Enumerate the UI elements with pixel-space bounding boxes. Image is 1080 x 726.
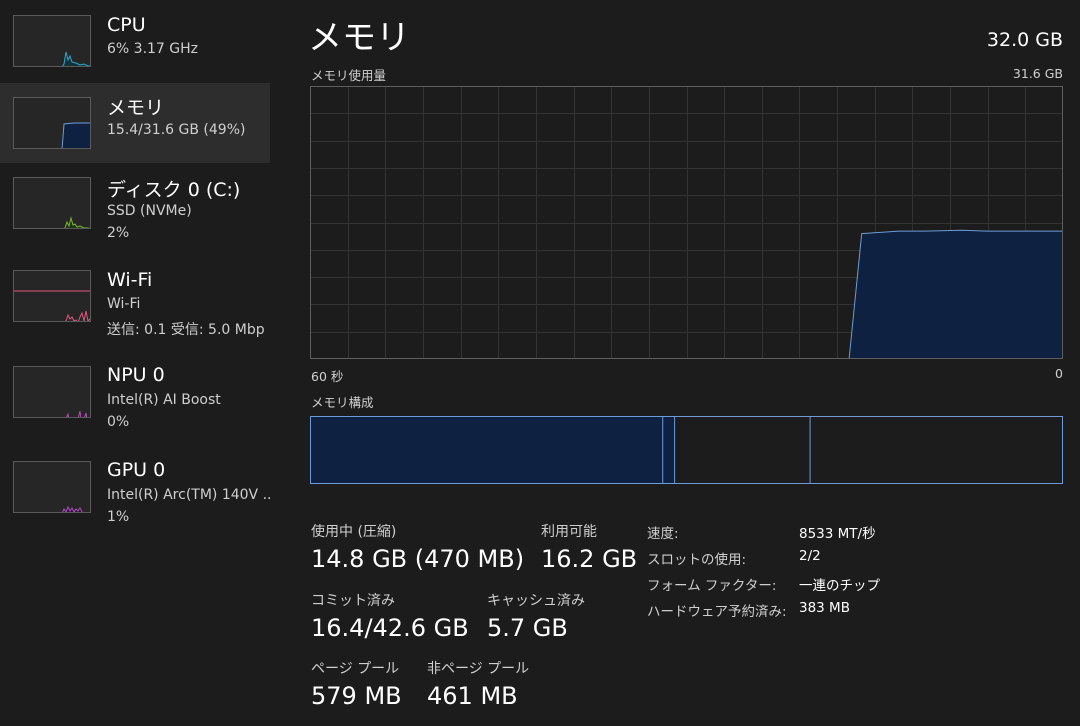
nonpaged-pool-value: 461 MB — [427, 682, 518, 710]
cached-value: 5.7 GB — [487, 614, 568, 642]
form-factor-label: フォーム ファクター: — [647, 578, 777, 594]
memory-thumbnail-graph — [13, 97, 91, 149]
sidebar-item-detail: 2% — [107, 225, 130, 241]
npu-thumbnail-graph — [13, 366, 91, 418]
memory-usage-area — [849, 230, 1062, 358]
sidebar-item-subtitle: 6% 3.17 GHz — [107, 41, 199, 57]
available-label: 利用可能 — [541, 524, 597, 540]
paged-pool-label: ページ プール — [311, 661, 400, 677]
speed-label: 速度: — [647, 526, 679, 542]
slots-label: スロットの使用: — [647, 552, 747, 568]
sidebar-item-subtitle: Intel(R) AI Boost — [107, 392, 221, 408]
form-factor-value: 一連のチップ — [799, 578, 880, 594]
total-memory: 32.0 GB — [986, 29, 1063, 51]
sidebar-item-title: メモリ — [107, 97, 165, 119]
usage-graph-max-label: 31.6 GB — [1012, 66, 1063, 81]
sidebar-item-detail: 1% — [107, 509, 130, 525]
slots-value: 2/2 — [799, 548, 821, 564]
usage-graph-x-right-label: 0 — [1055, 366, 1063, 381]
in-use-value: 14.8 GB (470 MB) — [311, 545, 525, 573]
sidebar-item-npu[interactable]: NPU 0 Intel(R) AI Boost 0% — [0, 357, 270, 437]
sidebar-item-disk[interactable]: ディスク 0 (C:) SSD (NVMe) 2% — [0, 166, 270, 246]
memory-usage-chart — [310, 86, 1063, 359]
sidebar-item-title: CPU — [107, 14, 146, 36]
sidebar-item-subtitle: Wi-Fi — [107, 296, 141, 312]
sidebar-item-title: Wi-Fi — [107, 269, 153, 291]
sidebar-item-subtitle: SSD (NVMe) — [107, 203, 192, 219]
sidebar-item-cpu[interactable]: CPU 6% 3.17 GHz — [0, 0, 270, 80]
page-title: メモリ — [308, 18, 410, 58]
speed-value: 8533 MT/秒 — [799, 526, 876, 542]
gpu-thumbnail-graph — [13, 461, 91, 513]
sidebar-item-title: GPU 0 — [107, 459, 166, 481]
disk-thumbnail-graph — [13, 177, 91, 229]
modified-segment — [662, 417, 675, 483]
committed-value: 16.4/42.6 GB — [311, 614, 469, 642]
usage-graph-label: メモリ使用量 — [311, 68, 387, 83]
sidebar-item-gpu[interactable]: GPU 0 Intel(R) Arc(TM) 140V ... 1% — [0, 452, 272, 532]
sidebar-item-detail: 0% — [107, 414, 130, 430]
usage-graph-x-left-label: 60 秒 — [311, 369, 344, 384]
in-use-label: 使用中 (圧縮) — [311, 524, 397, 540]
hardware-reserved-value: 383 MB — [799, 600, 850, 616]
sidebar: CPU 6% 3.17 GHz メモリ 15.4/31.6 GB (49%) デ… — [0, 0, 272, 726]
sidebar-item-title: NPU 0 — [107, 364, 165, 386]
available-value: 16.2 GB — [541, 545, 638, 573]
sidebar-item-wifi[interactable]: Wi-Fi Wi-Fi 送信: 0.1 受信: 5.0 Mbp — [0, 262, 270, 342]
memory-composition-bar[interactable] — [310, 416, 1063, 484]
sidebar-item-subtitle: 15.4/31.6 GB (49%) — [107, 122, 246, 138]
cpu-thumbnail-graph — [13, 15, 91, 67]
sidebar-item-detail: 送信: 0.1 受信: 5.0 Mbp — [107, 322, 265, 338]
sidebar-item-memory[interactable]: メモリ 15.4/31.6 GB (49%) — [0, 83, 270, 163]
committed-label: コミット済み — [311, 593, 395, 609]
wifi-thumbnail-graph — [13, 270, 91, 322]
nonpaged-pool-label: 非ページ プール — [427, 661, 530, 677]
sidebar-item-title: ディスク 0 (C:) — [107, 179, 241, 201]
composition-label: メモリ構成 — [311, 395, 374, 410]
hardware-reserved-label: ハードウェア予約済み: — [647, 604, 787, 620]
in-use-segment — [311, 417, 663, 483]
sidebar-item-subtitle: Intel(R) Arc(TM) 140V ... — [107, 487, 272, 503]
paged-pool-value: 579 MB — [311, 682, 402, 710]
cached-label: キャッシュ済み — [487, 593, 585, 609]
